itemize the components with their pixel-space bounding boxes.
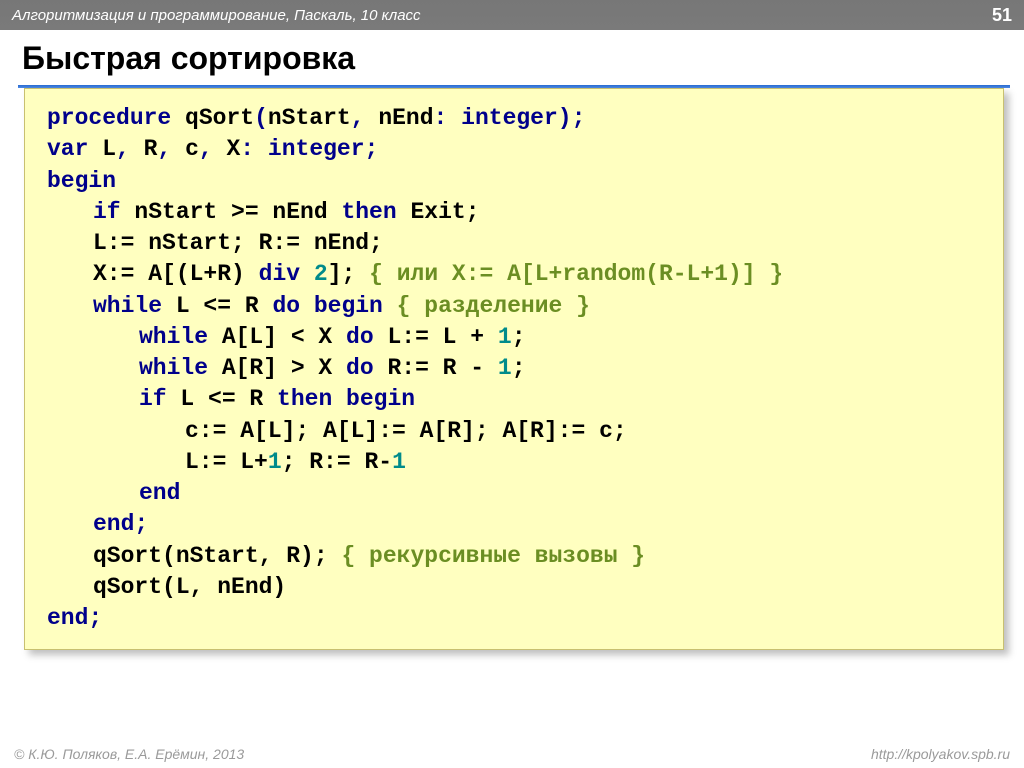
code-line: procedure qSort(nStart, nEnd: integer); [47,103,985,134]
code-line: if L <= R then begin [47,384,985,415]
content-area: Быстрая сортировка procedure qSort(nStar… [0,30,1024,656]
slide-header: Алгоритмизация и программирование, Паска… [0,0,1024,30]
breadcrumb: Алгоритмизация и программирование, Паска… [12,7,421,24]
code-line: var L, R, c, X: integer; [47,134,985,165]
code-line: L:= L+1; R:= R-1 [47,447,985,478]
code-line: c:= A[L]; A[L]:= A[R]; A[R]:= c; [47,416,985,447]
code-line: qSort(nStart, R); { рекурсивные вызовы } [47,541,985,572]
code-line: while A[L] < X do L:= L + 1; [47,322,985,353]
source-url: http://kpolyakov.spb.ru [871,746,1010,762]
code-line: if nStart >= nEnd then Exit; [47,197,985,228]
code-line: while L <= R do begin { разделение } [47,291,985,322]
code-line: L:= nStart; R:= nEnd; [47,228,985,259]
slide-footer: © К.Ю. Поляков, Е.А. Ерёмин, 2013 http:/… [0,746,1024,762]
code-line: qSort(L, nEnd) [47,572,985,603]
code-listing: procedure qSort(nStart, nEnd: integer); … [24,88,1004,650]
code-line: end [47,478,985,509]
code-line: X:= A[(L+R) div 2]; { или X:= A[L+random… [47,259,985,290]
code-line: begin [47,166,985,197]
code-line: end; [47,603,985,634]
code-line: end; [47,509,985,540]
page-title: Быстрая сортировка [22,38,1006,85]
page-number: 51 [992,5,1012,26]
code-line: while A[R] > X do R:= R - 1; [47,353,985,384]
copyright: © К.Ю. Поляков, Е.А. Ерёмин, 2013 [14,746,244,762]
